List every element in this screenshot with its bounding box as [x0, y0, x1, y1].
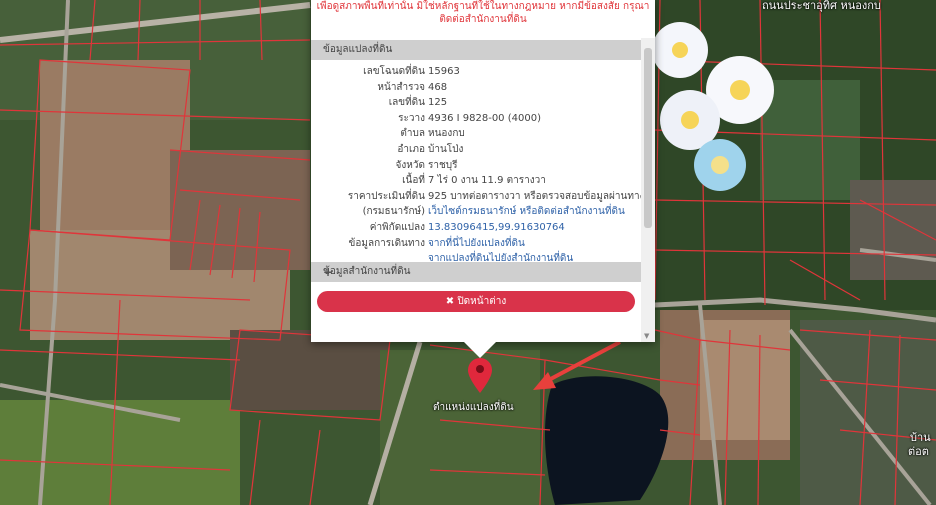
info-row: ระวาง 4936 I 9828-00 (4000) [311, 111, 641, 127]
info-row: ข้อมูลการเดินทาง จากที่นี่ไปยังแปลงที่ดิน [311, 236, 641, 252]
info-row-label: ตำบล [400, 128, 425, 140]
info-row: ค่าพิกัดแปลง 13.83096415,99.91630764 [311, 220, 641, 236]
notice-line-1: เพื่อดูสภาพพื้นที่เท่านั้น มิใช่หลักฐานท… [316, 1, 650, 12]
scroll-down-icon[interactable]: ▼ [644, 332, 649, 340]
info-row-link[interactable]: จากที่นี่ไปยังแปลงที่ดิน [428, 236, 525, 252]
scrollbar-thumb[interactable] [644, 48, 652, 228]
info-row-label: (กรมธนารักษ์) [362, 206, 425, 218]
info-row: จังหวัด ราชบุรี [311, 158, 641, 174]
map-place-label-3: ต่อต [908, 445, 929, 458]
notice-line-2: ติดต่อสำนักงานที่ดิน [439, 14, 527, 25]
info-row: เลขโฉนดที่ดิน 15963 [311, 64, 641, 80]
info-row-value: ราชบุรี [428, 159, 458, 171]
parcel-info-popup: เพื่อดูสภาพพื้นที่เท่านั้น มิใช่หลักฐานท… [311, 0, 655, 358]
info-row: ตำบล หนองกบ [311, 126, 641, 142]
info-row-label: ระวาง [398, 112, 425, 124]
info-row-label: ราคาประเมินที่ดิน [347, 190, 425, 202]
map-place-label: ถนนประชาอุทิศ หนองกบ [762, 0, 881, 12]
expand-plus-icon[interactable]: + [323, 262, 635, 282]
info-row-label: เลขที่ดิน [388, 97, 425, 109]
info-row-value: หนองกบ [428, 128, 465, 140]
info-row-value: บ้านโป่ง [428, 144, 464, 155]
info-row-link[interactable]: เว็บไซต์กรมธนารักษ์ หรือติดต่อสำนักงานที… [428, 204, 625, 220]
info-row-value: 925 บาทต่อตารางวา หรือตรวจสอบข้อมูลผ่านท… [428, 190, 645, 202]
info-row-label: ค่าพิกัดแปลง [369, 222, 425, 233]
info-row: หน้าสำรวจ 468 [311, 80, 641, 96]
info-row: (กรมธนารักษ์) เว็บไซต์กรมธนารักษ์ หรือติด… [311, 204, 641, 220]
info-row-label: หน้าสำรวจ [377, 81, 425, 93]
info-row: ราคาประเมินที่ดิน 925 บาทต่อตารางวา หรือต… [311, 189, 645, 205]
info-row: เนื้อที่ 7 ไร่ 0 งาน 11.9 ตารางวา [311, 173, 641, 189]
info-row-label: จังหวัด [395, 159, 425, 171]
section-parcel-header[interactable]: ข้อมูลแปลงที่ดิน [311, 40, 641, 60]
info-row-label: เนื้อที่ [402, 175, 425, 187]
info-row-value: 15963 [428, 66, 460, 77]
info-row-label: ข้อมูลการเดินทาง [348, 237, 425, 249]
info-row-label: อำเภอ [397, 144, 425, 155]
info-row-link[interactable]: 13.83096415,99.91630764 [428, 220, 565, 236]
info-row: เลขที่ดิน 125 [311, 95, 641, 111]
info-row-value: 125 [428, 97, 448, 109]
close-window-button[interactable]: ✖ ปิดหน้าต่าง [317, 291, 635, 312]
notice-text: เพื่อดูสภาพพื้นที่เท่านั้น มิใช่หลักฐานท… [311, 0, 655, 26]
info-row-value: 4936 I 9828-00 (4000) [428, 112, 541, 124]
info-row-label: เลขโฉนดที่ดิน [363, 66, 425, 77]
section-office-header[interactable]: ข้อมูลสำนักงานที่ดิน + [311, 262, 641, 282]
popup-scrollbar[interactable]: ▼ [641, 38, 655, 342]
info-row-value: 7 ไร่ 0 งาน 11.9 ตารางวา [428, 175, 546, 187]
section-parcel-title: ข้อมูลแปลงที่ดิน [323, 44, 393, 55]
info-row-value: 468 [428, 81, 448, 93]
pin-label: ตำแหน่งแปลงที่ดิน [433, 402, 514, 413]
info-row: อำเภอ บ้านโป่ง [311, 142, 641, 158]
